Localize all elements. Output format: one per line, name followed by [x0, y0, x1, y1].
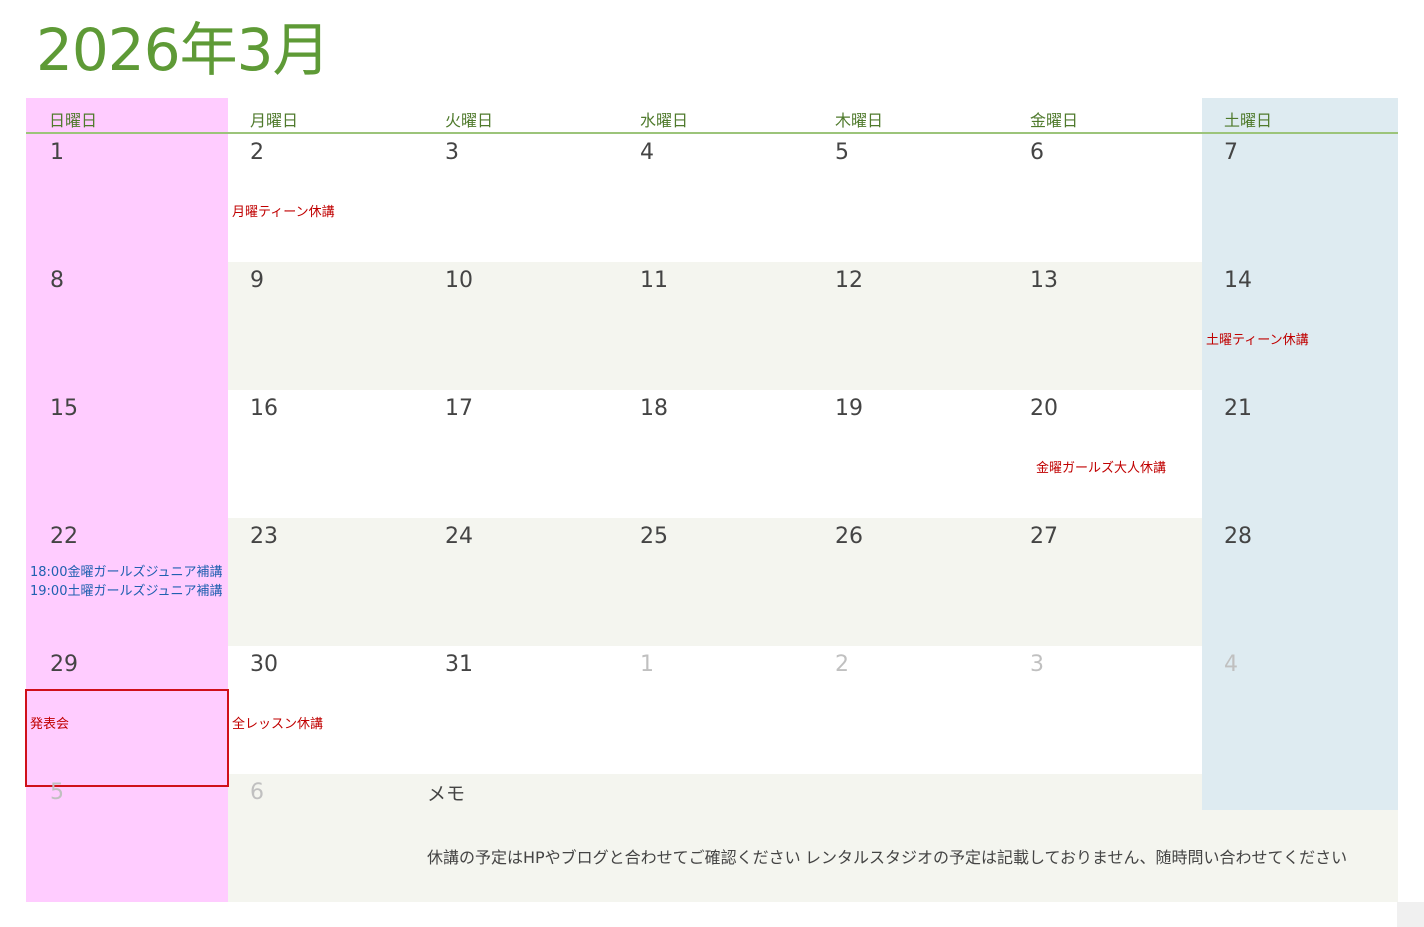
day-number: 10	[445, 268, 473, 293]
weekday-header: 金曜日	[1030, 111, 1079, 130]
day-cell[interactable]: 24	[423, 518, 618, 646]
day-cell[interactable]: 14 土曜ティーン休講	[1202, 262, 1398, 390]
day-cell[interactable]: 8	[26, 262, 228, 390]
day-cell[interactable]: 3	[1008, 646, 1202, 774]
day-cell[interactable]: 2 月曜ティーン休講	[228, 134, 423, 262]
page-title: 2026年3月	[36, 16, 331, 84]
event-label[interactable]: 18:00金曜ガールズジュニア補講	[30, 563, 223, 582]
day-cell[interactable]: 17	[423, 390, 618, 518]
day-cell[interactable]: 21	[1202, 390, 1398, 518]
day-number: 23	[250, 524, 278, 549]
day-cell[interactable]: 15	[26, 390, 228, 518]
day-number: 5	[835, 140, 849, 165]
day-cell[interactable]: 20 金曜ガールズ大人休講	[1008, 390, 1202, 518]
day-cell[interactable]: 18	[618, 390, 813, 518]
day-cell[interactable]: 12	[813, 262, 1008, 390]
day-cell[interactable]: 1	[26, 134, 228, 262]
day-cell[interactable]: 28	[1202, 518, 1398, 646]
weekday-header: 土曜日	[1224, 111, 1273, 130]
memo-line: レンタルスタジオの予定は記載しておりません、随時問い合わせてください	[805, 848, 1348, 867]
day-number: 9	[250, 268, 264, 293]
day-number: 29	[50, 652, 78, 677]
day-number: 1	[50, 140, 64, 165]
day-cell[interactable]: 2	[813, 646, 1008, 774]
day-number: 26	[835, 524, 863, 549]
weekday-header: 水曜日	[640, 111, 689, 130]
day-number: 1	[640, 652, 654, 677]
day-number: 8	[50, 268, 64, 293]
day-number: 5	[50, 780, 64, 805]
memo-title: メモ	[427, 783, 466, 805]
day-cell[interactable]: 11	[618, 262, 813, 390]
event-label[interactable]: 土曜ティーン休講	[1206, 331, 1309, 350]
day-number: 19	[835, 396, 863, 421]
day-cell[interactable]: 6	[1008, 134, 1202, 262]
day-cell[interactable]: 9	[228, 262, 423, 390]
day-cell[interactable]: 5	[26, 774, 228, 902]
day-number: 14	[1224, 268, 1252, 293]
day-number: 6	[1030, 140, 1044, 165]
day-cell[interactable]: 1	[618, 646, 813, 774]
day-number: 4	[640, 140, 654, 165]
day-number: 3	[1030, 652, 1044, 677]
day-cell[interactable]: 7	[1202, 134, 1398, 262]
day-number: 17	[445, 396, 473, 421]
day-cell[interactable]: 6	[228, 774, 423, 902]
weekday-header: 火曜日	[445, 111, 494, 130]
day-number: 15	[50, 396, 78, 421]
day-cell[interactable]: 4	[1202, 646, 1398, 774]
event-label[interactable]: 月曜ティーン休講	[232, 203, 335, 222]
day-cell[interactable]: 10	[423, 262, 618, 390]
day-number: 4	[1224, 652, 1238, 677]
day-number: 18	[640, 396, 668, 421]
day-cell[interactable]: 5	[813, 134, 1008, 262]
event-label[interactable]: 全レッスン休講	[232, 715, 323, 734]
day-number: 27	[1030, 524, 1058, 549]
day-number: 28	[1224, 524, 1252, 549]
day-cell[interactable]: 31	[423, 646, 618, 774]
day-cell[interactable]: 13	[1008, 262, 1202, 390]
day-number: 16	[250, 396, 278, 421]
day-cell[interactable]: 19	[813, 390, 1008, 518]
day-number: 24	[445, 524, 473, 549]
day-number: 30	[250, 652, 278, 677]
day-number: 12	[835, 268, 863, 293]
weekday-header: 日曜日	[49, 111, 98, 130]
day-number: 21	[1224, 396, 1252, 421]
event-label[interactable]: 19:00土曜ガールズジュニア補講	[30, 582, 223, 601]
day-cell[interactable]: 26	[813, 518, 1008, 646]
day-number: 13	[1030, 268, 1058, 293]
day-number: 2	[250, 140, 264, 165]
day-cell[interactable]: 16	[228, 390, 423, 518]
day-number: 6	[250, 780, 264, 805]
day-number: 31	[445, 652, 473, 677]
day-cell[interactable]: 30 全レッスン休講	[228, 646, 423, 774]
day-cell[interactable]: 4	[618, 134, 813, 262]
day-number: 7	[1224, 140, 1238, 165]
day-cell[interactable]: 22 18:00金曜ガールズジュニア補講 19:00土曜ガールズジュニア補講	[26, 518, 228, 646]
memo-line: 休講の予定はHPやブログと合わせてご確認ください	[427, 848, 801, 867]
day-number: 2	[835, 652, 849, 677]
event-label[interactable]: 発表会	[30, 715, 69, 734]
event-highlight-box	[25, 689, 229, 787]
day-number: 25	[640, 524, 668, 549]
day-cell[interactable]: 29 発表会	[25, 646, 229, 787]
day-cell[interactable]: 25	[618, 518, 813, 646]
day-number: 3	[445, 140, 459, 165]
day-number: 22	[50, 524, 78, 549]
scroll-corner	[1397, 902, 1424, 927]
day-cell[interactable]: 23	[228, 518, 423, 646]
day-number: 20	[1030, 396, 1058, 421]
day-cell[interactable]: 3	[423, 134, 618, 262]
day-cell[interactable]: 27	[1008, 518, 1202, 646]
weekday-header: 木曜日	[835, 111, 884, 130]
day-number: 11	[640, 268, 668, 293]
weekday-header: 月曜日	[250, 111, 299, 130]
event-label[interactable]: 金曜ガールズ大人休講	[1036, 459, 1166, 478]
